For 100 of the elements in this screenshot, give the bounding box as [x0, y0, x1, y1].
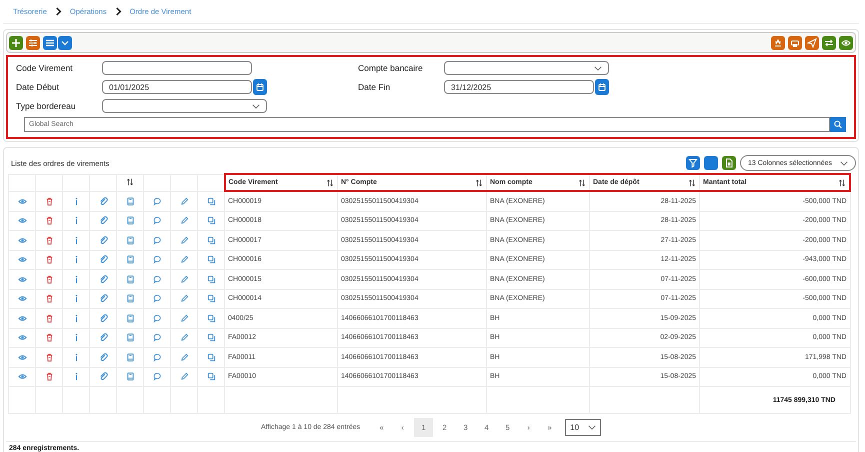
pencil-icon[interactable]	[180, 352, 188, 362]
pencil-icon[interactable]	[180, 196, 188, 206]
eye-icon[interactable]	[18, 314, 26, 323]
book-icon[interactable]	[126, 274, 134, 284]
paperclip-icon[interactable]	[98, 255, 108, 264]
copy-icon[interactable]	[206, 196, 216, 206]
list-button[interactable]	[43, 36, 57, 50]
eye-icon[interactable]	[18, 236, 26, 245]
sort-icon[interactable]	[578, 178, 586, 186]
chat-icon[interactable]	[152, 196, 162, 206]
sort-icon[interactable]	[126, 178, 134, 186]
date-field[interactable]: 01/01/2025	[102, 80, 252, 94]
trash-icon[interactable]	[44, 352, 54, 362]
sort-icon[interactable]	[838, 178, 846, 186]
paperclip-icon[interactable]	[98, 216, 108, 226]
blank-button[interactable]	[704, 156, 718, 170]
calendar-icon	[597, 82, 607, 92]
paperclip-icon[interactable]	[98, 274, 108, 284]
pencil-icon[interactable]	[180, 274, 188, 284]
chat-icon[interactable]	[152, 314, 162, 323]
chat-icon[interactable]	[152, 333, 162, 342]
pencil-icon[interactable]	[180, 372, 188, 382]
copy-icon[interactable]	[206, 294, 216, 304]
view-button[interactable]	[839, 36, 853, 50]
field-label: Type bordereau	[16, 101, 77, 111]
book-icon[interactable]	[126, 314, 134, 323]
print-button[interactable]	[788, 36, 802, 50]
trash-icon[interactable]	[44, 255, 54, 264]
swap-button[interactable]	[822, 36, 836, 50]
sort-icon[interactable]	[475, 178, 483, 186]
eye-icon[interactable]	[18, 196, 26, 206]
copy-icon[interactable]	[206, 333, 216, 342]
book-icon[interactable]	[126, 236, 134, 245]
select-field[interactable]	[102, 99, 267, 113]
send-button[interactable]	[805, 36, 819, 50]
export-button[interactable]	[771, 36, 785, 50]
eye-icon[interactable]	[18, 274, 26, 284]
copy-icon[interactable]	[206, 274, 216, 284]
paperclip-icon[interactable]	[98, 352, 108, 362]
pencil-icon[interactable]	[180, 255, 188, 264]
select-field[interactable]	[444, 61, 609, 75]
book-icon[interactable]	[126, 255, 134, 264]
trash-icon[interactable]	[44, 274, 54, 284]
dropdown-button[interactable]	[58, 36, 72, 50]
filter-button[interactable]	[686, 156, 700, 170]
input-field[interactable]	[102, 61, 252, 75]
trash-icon[interactable]	[44, 372, 54, 382]
chat-icon[interactable]	[152, 274, 162, 284]
book-icon[interactable]	[126, 333, 134, 342]
page-size-select[interactable]: 10	[565, 419, 602, 436]
paperclip-icon[interactable]	[98, 372, 108, 382]
book-icon[interactable]	[126, 196, 134, 206]
add-button[interactable]	[9, 36, 23, 50]
chat-icon[interactable]	[152, 372, 162, 382]
trash-icon[interactable]	[44, 333, 54, 342]
pencil-icon[interactable]	[180, 294, 188, 304]
excel-button[interactable]	[722, 156, 736, 170]
pencil-icon[interactable]	[180, 216, 188, 226]
book-icon[interactable]	[126, 372, 134, 382]
paperclip-icon[interactable]	[98, 294, 108, 304]
pencil-icon[interactable]	[180, 314, 188, 323]
trash-icon[interactable]	[44, 236, 54, 245]
book-icon[interactable]	[126, 216, 134, 226]
eye-icon[interactable]	[18, 294, 26, 304]
copy-icon[interactable]	[206, 372, 216, 382]
eye-icon[interactable]	[18, 352, 26, 362]
search-button[interactable]	[830, 117, 846, 132]
calendar-button[interactable]	[253, 79, 267, 95]
eye-icon[interactable]	[18, 333, 26, 342]
book-icon[interactable]	[126, 352, 134, 362]
chat-icon[interactable]	[152, 236, 162, 245]
eye-icon[interactable]	[18, 255, 26, 264]
trash-icon[interactable]	[44, 314, 54, 323]
paperclip-icon[interactable]	[98, 196, 108, 206]
trash-icon[interactable]	[44, 196, 54, 206]
chat-icon[interactable]	[152, 216, 162, 226]
sliders-button[interactable]	[26, 36, 40, 50]
paperclip-icon[interactable]	[98, 314, 108, 323]
copy-icon[interactable]	[206, 352, 216, 362]
chat-icon[interactable]	[152, 294, 162, 304]
eye-icon[interactable]	[18, 216, 26, 226]
pencil-icon[interactable]	[180, 236, 188, 245]
eye-icon[interactable]	[18, 372, 26, 382]
paperclip-icon[interactable]	[98, 333, 108, 342]
copy-icon[interactable]	[206, 236, 216, 245]
copy-icon[interactable]	[206, 216, 216, 226]
trash-icon[interactable]	[44, 294, 54, 304]
chat-icon[interactable]	[152, 352, 162, 362]
sort-icon[interactable]	[326, 178, 334, 186]
paperclip-icon[interactable]	[98, 236, 108, 245]
copy-icon[interactable]	[206, 314, 216, 323]
file-icon	[724, 158, 734, 168]
date-field[interactable]: 31/12/2025	[444, 80, 594, 94]
sort-icon[interactable]	[688, 178, 696, 186]
chat-icon[interactable]	[152, 255, 162, 264]
pencil-icon[interactable]	[180, 333, 188, 342]
copy-icon[interactable]	[206, 255, 216, 264]
calendar-button[interactable]	[595, 79, 609, 95]
trash-icon[interactable]	[44, 216, 54, 226]
book-icon[interactable]	[126, 294, 134, 304]
